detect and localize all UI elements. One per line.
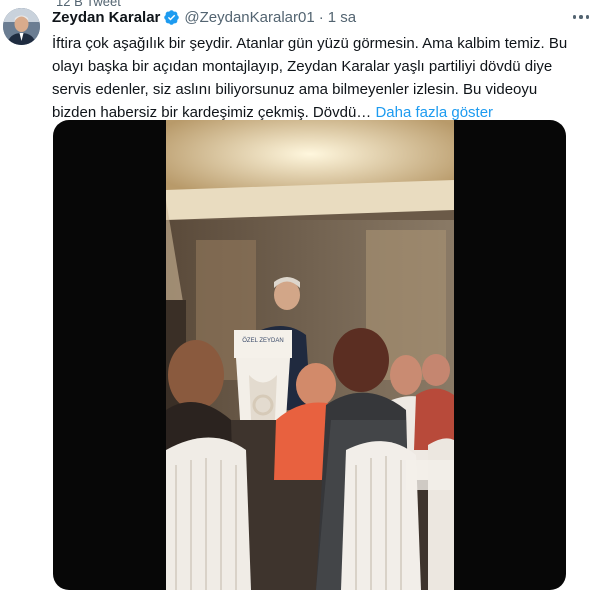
video-player[interactable]: ÖZEL ZEYDAN xyxy=(53,120,566,590)
tweet-header: Zeydan Karalar @ZeydanKaralar01 · 1 sa xyxy=(52,7,567,27)
podium-sign: ÖZEL ZEYDAN xyxy=(242,337,283,344)
tweet-text: İftira çok aşağılık bir şeydir. Atanlar … xyxy=(52,32,572,124)
author-handle[interactable]: @ZeydanKaralar01 xyxy=(184,9,314,26)
video-frame: ÖZEL ZEYDAN xyxy=(166,120,454,590)
separator-dot: · xyxy=(318,8,324,26)
video-still: ÖZEL ZEYDAN xyxy=(166,120,454,590)
show-more-link[interactable]: Daha fazla göster xyxy=(375,104,493,121)
author-name[interactable]: Zeydan Karalar xyxy=(52,9,160,26)
verified-badge-icon xyxy=(163,9,180,26)
tweet-timestamp[interactable]: 1 sa xyxy=(328,9,356,26)
more-options-icon[interactable] xyxy=(569,8,593,26)
avatar[interactable] xyxy=(3,8,40,45)
